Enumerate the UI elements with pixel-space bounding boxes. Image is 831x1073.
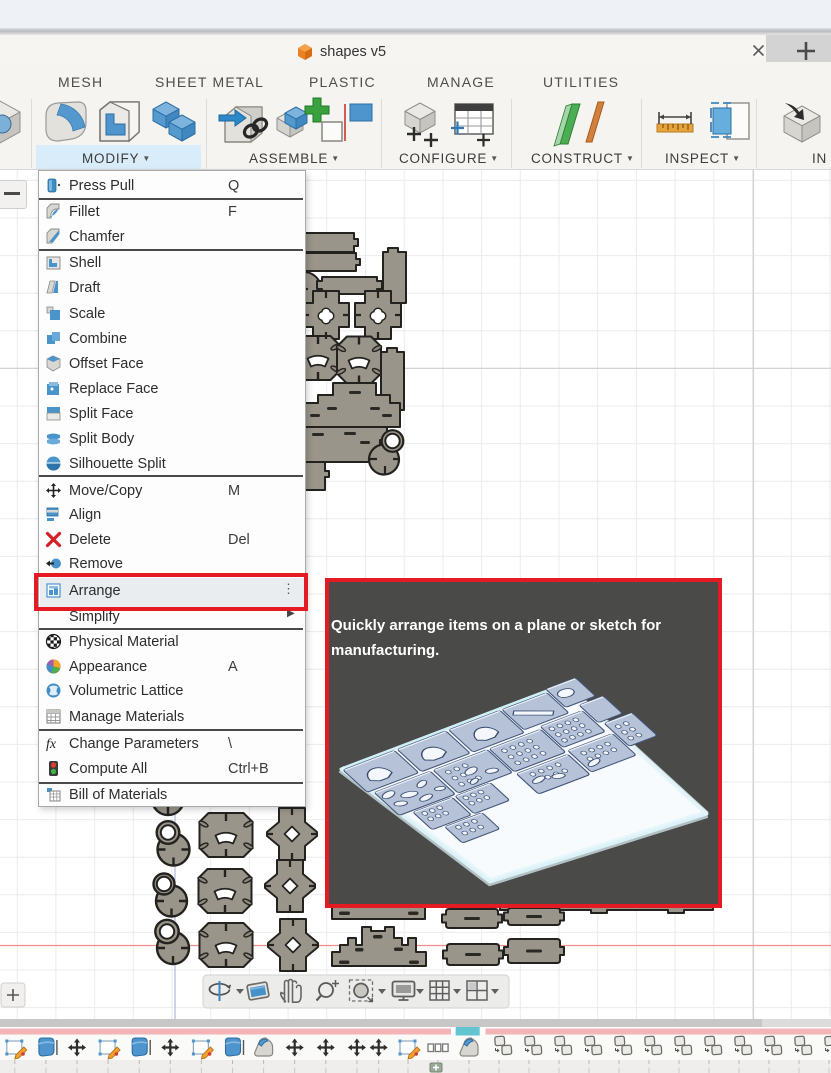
svg-text:fx: fx	[46, 737, 57, 752]
